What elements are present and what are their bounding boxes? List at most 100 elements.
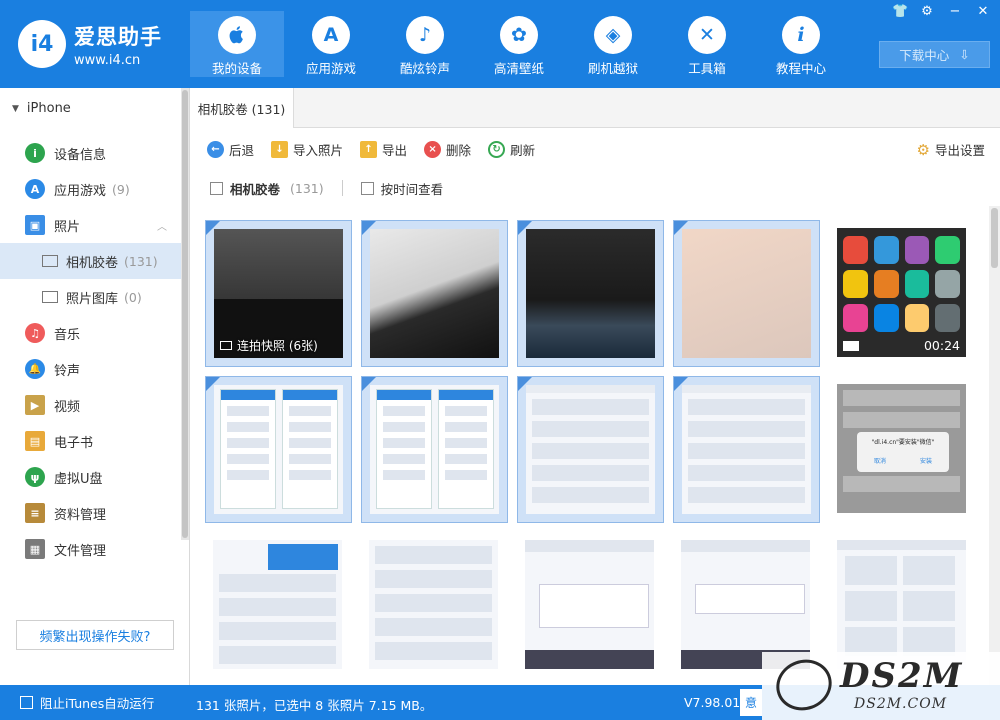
watermark: DS2M DS2M.COM bbox=[762, 651, 1000, 720]
chevron-up-icon[interactable]: ︿ bbox=[157, 218, 167, 233]
watermark-url: DS2M.COM bbox=[854, 696, 948, 712]
header: i4 爱思助手 www.i4.cn 我的设备 A 应用游戏 ♪ 酷炫铃声 ✿ 高… bbox=[0, 0, 1000, 88]
photo-thumbnail[interactable] bbox=[361, 376, 508, 523]
screenshot-image bbox=[526, 385, 655, 514]
export-label: 导出 bbox=[382, 142, 408, 158]
selected-check-icon bbox=[518, 221, 532, 235]
back-button[interactable]: ← 后退 bbox=[207, 140, 254, 159]
sidebar-item-label: 文件管理 bbox=[54, 543, 107, 559]
select-all-checkbox[interactable] bbox=[210, 181, 223, 195]
book-icon: ▤ bbox=[25, 431, 45, 451]
sidebar-item-photos[interactable]: ▣ 照片 ︿ bbox=[0, 207, 181, 243]
photo-thumbnail[interactable] bbox=[361, 532, 508, 679]
nav-toolbox[interactable]: ✕ 工具箱 bbox=[660, 11, 754, 77]
nav-wallpapers[interactable]: ✿ 高清壁纸 bbox=[472, 11, 566, 77]
sidebar-item-label: 铃声 bbox=[54, 363, 81, 379]
nav-label: 教程中心 bbox=[775, 61, 826, 76]
photo-thumbnail[interactable]: 连拍快照 (6张) bbox=[205, 220, 352, 367]
nav-apps-games[interactable]: A 应用游戏 bbox=[284, 11, 378, 77]
refresh-icon: ↻ bbox=[488, 140, 506, 158]
nav-label: 应用游戏 bbox=[305, 61, 356, 76]
sidebar-item-ringtones[interactable]: 🔔 铃声 bbox=[0, 351, 181, 387]
export-button[interactable]: ↑ 导出 bbox=[360, 140, 407, 159]
photo-thumbnail[interactable] bbox=[517, 376, 664, 523]
device-name: iPhone bbox=[26, 101, 71, 116]
photo-thumbnail[interactable] bbox=[205, 376, 352, 523]
arrow-left-icon: ← bbox=[207, 140, 224, 158]
photo-thumbnail[interactable] bbox=[673, 220, 820, 367]
box-icon: ◈ bbox=[594, 16, 632, 54]
video-thumbnail[interactable]: 00:24 bbox=[829, 220, 976, 367]
nav-ringtones[interactable]: ♪ 酷炫铃声 bbox=[378, 11, 472, 77]
appstore-icon: A bbox=[312, 16, 350, 54]
delete-label: 删除 bbox=[446, 142, 472, 158]
view-by-time-checkbox[interactable] bbox=[360, 181, 374, 195]
sidebar-item-photo-library[interactable]: 照片图库 (0) bbox=[0, 279, 181, 315]
sidebar-item-videos[interactable]: ▶ 视频 bbox=[0, 387, 181, 423]
scrollbar-thumb[interactable] bbox=[991, 208, 998, 268]
sidebar-scrollbar[interactable] bbox=[181, 88, 189, 540]
download-center-button[interactable]: 下载中心 ⇩ bbox=[879, 41, 990, 68]
music-icon: ♫ bbox=[25, 323, 45, 343]
block-itunes-checkbox[interactable] bbox=[20, 696, 33, 709]
tab-camera-roll[interactable]: 相机胶卷 (131) bbox=[190, 88, 294, 128]
back-label: 后退 bbox=[229, 142, 255, 158]
photo-grid: 连拍快照 (6张) 00:24 "dl.i4.cn"要安装"微信" 取消 安装 bbox=[190, 206, 989, 685]
photo-thumbnail[interactable] bbox=[205, 532, 352, 679]
sidebar-item-device-info[interactable]: i 设备信息 bbox=[0, 135, 181, 171]
sidebar-item-data-management[interactable]: ≡ 资料管理 bbox=[0, 495, 181, 531]
gear-icon[interactable]: ⚙ bbox=[920, 4, 934, 19]
nav-label: 酷炫铃声 bbox=[399, 61, 450, 76]
screenshot-image bbox=[681, 540, 810, 669]
nav-my-device[interactable]: 我的设备 bbox=[190, 11, 284, 77]
import-photos-button[interactable]: ↓ 导入照片 bbox=[271, 140, 343, 159]
sidebar-item-label: 相机胶卷 bbox=[66, 255, 119, 271]
nav-tutorials[interactable]: i 教程中心 bbox=[754, 11, 848, 77]
sidebar-item-file-management[interactable]: ▦ 文件管理 bbox=[0, 531, 181, 567]
sidebar-item-label: 音乐 bbox=[54, 327, 81, 343]
video-image: 00:24 bbox=[837, 228, 966, 357]
sidebar-item-label: 应用游戏 bbox=[54, 183, 107, 199]
minimize-icon[interactable]: − bbox=[948, 4, 962, 19]
skin-icon[interactable]: 👕 bbox=[892, 4, 908, 19]
filter-bar: 相机胶卷 (131) 按时间查看 bbox=[190, 170, 1000, 206]
app-url: www.i4.cn bbox=[74, 52, 141, 68]
screenshot-image bbox=[837, 540, 966, 669]
nav-flash-jailbreak[interactable]: ◈ 刷机越狱 bbox=[566, 11, 660, 77]
sidebar-item-music[interactable]: ♫ 音乐 bbox=[0, 315, 181, 351]
photo-thumbnail[interactable] bbox=[517, 532, 664, 679]
sidebar-item-virtual-udisk[interactable]: ψ 虚拟U盘 bbox=[0, 459, 181, 495]
sidebar-item-ebooks[interactable]: ▤ 电子书 bbox=[0, 423, 181, 459]
sidebar-item-count: (9) bbox=[112, 181, 130, 197]
burst-label-text: 连拍快照 (6张) bbox=[237, 339, 318, 353]
grid-scrollbar[interactable] bbox=[989, 206, 1000, 685]
nav-label: 工具箱 bbox=[688, 61, 726, 76]
feedback-button[interactable]: 意 bbox=[740, 689, 762, 716]
export-icon: ↑ bbox=[360, 140, 378, 158]
photo-thumbnail[interactable] bbox=[361, 220, 508, 367]
flower-icon: ✿ bbox=[500, 16, 538, 54]
scrollbar-thumb[interactable] bbox=[182, 90, 188, 538]
photo-thumbnail[interactable] bbox=[517, 220, 664, 367]
info-icon: i bbox=[782, 16, 820, 54]
close-icon[interactable]: ✕ bbox=[976, 4, 990, 19]
device-selector[interactable]: ▼ iPhone bbox=[12, 101, 71, 116]
video-duration: 00:24 bbox=[923, 338, 960, 353]
photo-thumbnail[interactable] bbox=[673, 376, 820, 523]
delete-button[interactable]: × 删除 bbox=[424, 140, 471, 159]
sidebar-item-camera-roll[interactable]: 相机胶卷 (131) bbox=[0, 243, 181, 279]
photo-image: 连拍快照 (6张) bbox=[214, 229, 343, 358]
album-icon bbox=[42, 291, 58, 303]
sidebar-item-apps[interactable]: A 应用游戏 (9) bbox=[0, 171, 181, 207]
sidebar-item-count: (0) bbox=[124, 289, 142, 305]
select-all-label: 相机胶卷 bbox=[230, 181, 281, 197]
bell-icon: 🔔 bbox=[25, 359, 45, 379]
selected-check-icon bbox=[206, 377, 220, 391]
screenshot-image bbox=[370, 385, 499, 514]
refresh-button[interactable]: ↻ 刷新 bbox=[488, 140, 535, 159]
frequent-failure-button[interactable]: 频繁出现操作失败? bbox=[16, 620, 174, 650]
photo-selection-summary: 131 张照片，已选中 8 张照片 7.15 MB。 bbox=[196, 698, 433, 713]
photo-thumbnail[interactable]: "dl.i4.cn"要安装"微信" 取消 安装 bbox=[829, 376, 976, 523]
export-settings-button[interactable]: ⚙ 导出设置 bbox=[917, 140, 985, 159]
app-name: 爱思助手 bbox=[74, 24, 162, 49]
